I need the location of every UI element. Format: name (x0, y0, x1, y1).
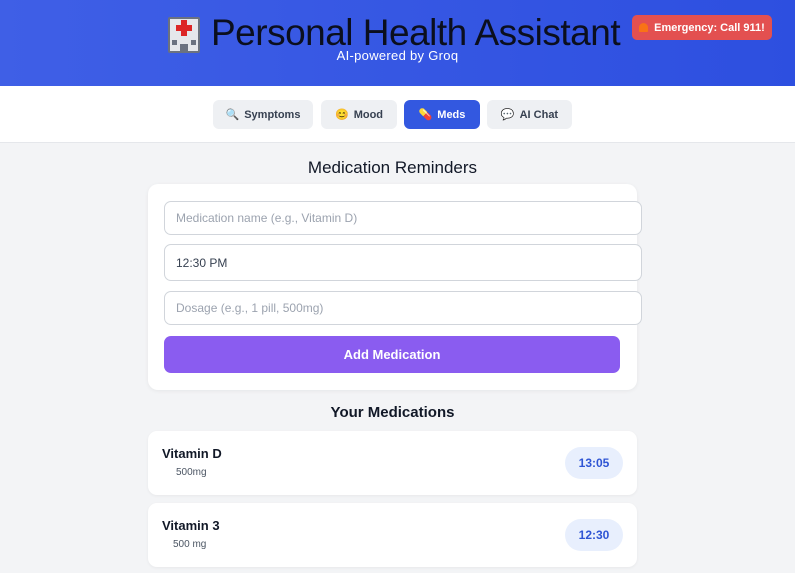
tab-label: Symptoms (244, 108, 301, 121)
app-subtitle: AI-powered by Groq (336, 48, 459, 63)
medication-item[interactable]: Vitamin 3 500 mg 12:30 (148, 503, 637, 567)
add-medication-button[interactable]: Add Medication (164, 336, 620, 373)
tab-label: AI Chat (519, 108, 559, 121)
time-input[interactable]: 12:30 PM (164, 244, 642, 281)
medications-list-title: Your Medications (330, 404, 455, 421)
emergency-label: Emergency: Call 911! (654, 21, 765, 34)
tab-meds[interactable]: 💊 Meds (404, 100, 480, 129)
speech-bubble-icon: 💬 (500, 109, 515, 121)
magnifier-icon: 🔍 (225, 109, 240, 121)
tab-ai-chat[interactable]: 💬 AI Chat (487, 100, 572, 129)
form-title: Medication Reminders (307, 158, 478, 177)
tab-bar: 🔍 Symptoms 😊 Mood 💊 Meds 💬 AI Chat (0, 86, 795, 143)
medication-dosage: 500mg (176, 467, 207, 478)
tab-label: Meds (437, 108, 466, 121)
tab-symptoms[interactable]: 🔍 Symptoms (213, 100, 313, 129)
smiley-icon: 😊 (334, 109, 349, 121)
tab-mood[interactable]: 😊 Mood (321, 100, 397, 129)
medication-name: Vitamin 3 (162, 518, 220, 533)
medication-name-input[interactable]: Medication name (e.g., Vitamin D) (164, 201, 642, 235)
emergency-button[interactable]: Emergency: Call 911! (632, 15, 772, 40)
siren-icon (639, 23, 649, 32)
medication-time-badge: 13:05 (565, 447, 623, 479)
medication-dosage: 500 mg (173, 539, 207, 550)
medication-name: Vitamin D (162, 446, 222, 461)
hospital-icon (165, 13, 203, 53)
medication-item[interactable]: Vitamin D 500mg 13:05 (148, 431, 637, 495)
app-header: Personal Health Assistant AI-powered by … (0, 0, 795, 86)
pill-icon: 💊 (418, 109, 433, 121)
medication-time-badge: 12:30 (565, 519, 623, 551)
dosage-input[interactable]: Dosage (e.g., 1 pill, 500mg) (164, 291, 642, 325)
tab-label: Mood (353, 108, 384, 121)
